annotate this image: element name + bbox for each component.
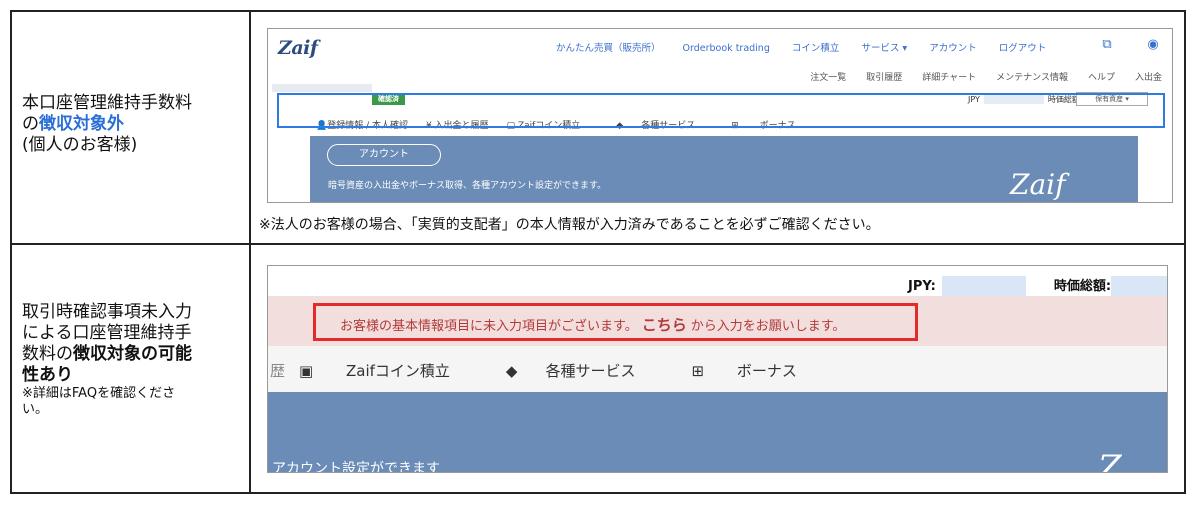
banner2-logo: Z: [1098, 448, 1122, 473]
row2-line3-prefix: 数料の: [22, 344, 73, 364]
column-divider: [249, 10, 251, 494]
globe-icon[interactable]: ◉: [1146, 38, 1160, 52]
total-label-large: 時価総額:: [1053, 279, 1112, 294]
nav-logout[interactable]: ログアウト: [999, 43, 1047, 54]
menu2-services[interactable]: ◆ 各種サービス: [506, 362, 664, 380]
menu2-items: 歴 ▣ Zaifコイン積立 ◆ 各種サービス ⊞ ボーナス: [270, 360, 853, 381]
jpy-label-large: JPY:: [908, 279, 936, 294]
alert-message: お客様の基本情報項目に未入力項目がございます。 こちら から入力をお願いします。: [340, 314, 845, 335]
balance-row-large: JPY: 時価総額:: [908, 275, 1167, 298]
menu2-coin[interactable]: ▣ Zaifコイン積立: [299, 362, 478, 380]
alert-link[interactable]: こちら: [642, 316, 687, 334]
menu2-services-label: 各種サービス: [545, 362, 636, 380]
row2-line3: 数料の徴収対象の可能: [22, 344, 244, 365]
corporate-note: ※法人のお客様の場合、「実質的支配者」の本人情報が入力済みであることを必ずご確認…: [259, 217, 880, 233]
highlight-box-blue: [277, 93, 1165, 128]
row2-note2: い。: [22, 402, 49, 417]
nav-account[interactable]: アカウント: [929, 43, 977, 54]
top-nav: かんたん売買（販売所） Orderbook trading コイン積立 サービス ▾ ア…: [556, 40, 1068, 54]
total-blank-large: [1111, 275, 1167, 298]
row2-line4: 性あり: [22, 365, 73, 385]
account-menu-large: 歴 ▣ Zaifコイン積立 ◆ 各種サービス ⊞ ボーナス: [268, 346, 1167, 392]
alert-post: から入力をお願いします。: [690, 319, 846, 334]
account-banner: アカウント 暗号資産の入出金やボーナス取得、各種アカウント設定ができます。 Za…: [310, 136, 1138, 202]
row1-description: 本口座管理維持手数料 の徴収対象外 (個人のお客様): [22, 93, 244, 156]
row1-line1: 本口座管理維持手数料: [22, 93, 192, 113]
subnav-history[interactable]: 取引履歴: [866, 73, 902, 83]
menu2-bonus-label: ボーナス: [736, 362, 797, 380]
subnav-deposit[interactable]: 入出金: [1135, 73, 1162, 83]
banner-description: 暗号資産の入出金やボーナス取得、各種アカウント設定ができます。: [328, 181, 607, 191]
subnav-orders[interactable]: 注文一覧: [810, 73, 846, 83]
zaif-logo: Zaif: [278, 37, 318, 59]
menu2-coin-label: Zaifコイン積立: [345, 362, 450, 380]
row-divider: [10, 243, 1186, 245]
alert-pre: お客様の基本情報項目に未入力項目がございます。: [340, 319, 638, 334]
row2-line1: 取引時確認事項未入力: [22, 302, 192, 322]
row2-note1: ※詳細はFAQを確認くださ: [22, 386, 176, 401]
account-pill[interactable]: アカウント: [327, 144, 441, 166]
screenshot-bottom-panel: JPY: 時価総額: お客様の基本情報項目に未入力項目がございます。 こちら から入力…: [267, 265, 1168, 473]
sub-nav: 注文一覧 取引履歴 詳細チャート メンテナンス情報 ヘルプ 入出金: [790, 70, 1162, 83]
nav-orderbook[interactable]: Orderbook trading: [683, 43, 770, 54]
subnav-help[interactable]: ヘルプ: [1088, 73, 1115, 83]
screenshot-top-panel: Zaif かんたん売買（販売所） Orderbook trading コイン積立 サー…: [267, 28, 1173, 203]
coin-icon: ▣: [299, 362, 314, 380]
jpy-blank-large: [941, 275, 1026, 298]
account-banner-large: アカウント設定ができます Z: [268, 392, 1167, 472]
subnav-chart[interactable]: 詳細チャート: [922, 73, 976, 83]
nav-coin-accumulation[interactable]: コイン積立: [792, 43, 840, 54]
banner2-text: アカウント設定ができます: [272, 461, 440, 473]
menu2-bonus[interactable]: ⊞ ボーナス: [691, 362, 824, 380]
gift-icon: ⊞: [691, 362, 705, 380]
translate-icon[interactable]: ⧉: [1100, 38, 1114, 52]
tag-icon: ◆: [505, 362, 518, 380]
banner-logo: Zaif: [1010, 168, 1066, 201]
grey-strip: [272, 84, 372, 92]
row1-highlight: 徴収対象外: [39, 114, 124, 134]
row2-description: 取引時確認事項未入力 による口座管理維持手 数料の徴収対象の可能 性あり ※詳細…: [22, 302, 244, 418]
row1-line2: の徴収対象外: [22, 114, 244, 135]
row2-line3-bold: 徴収対象の可能: [73, 344, 192, 364]
nav-services[interactable]: サービス ▾: [861, 43, 907, 54]
nav-simple-trade[interactable]: かんたん売買（販売所）: [556, 43, 661, 54]
row1-line3: (個人のお客様): [22, 135, 138, 155]
subnav-maintenance[interactable]: メンテナンス情報: [996, 73, 1068, 83]
row1-line2-prefix: の: [22, 114, 39, 134]
row2-line2: による口座管理維持手: [22, 323, 192, 343]
menu2-cut-item: 歴: [270, 362, 286, 380]
